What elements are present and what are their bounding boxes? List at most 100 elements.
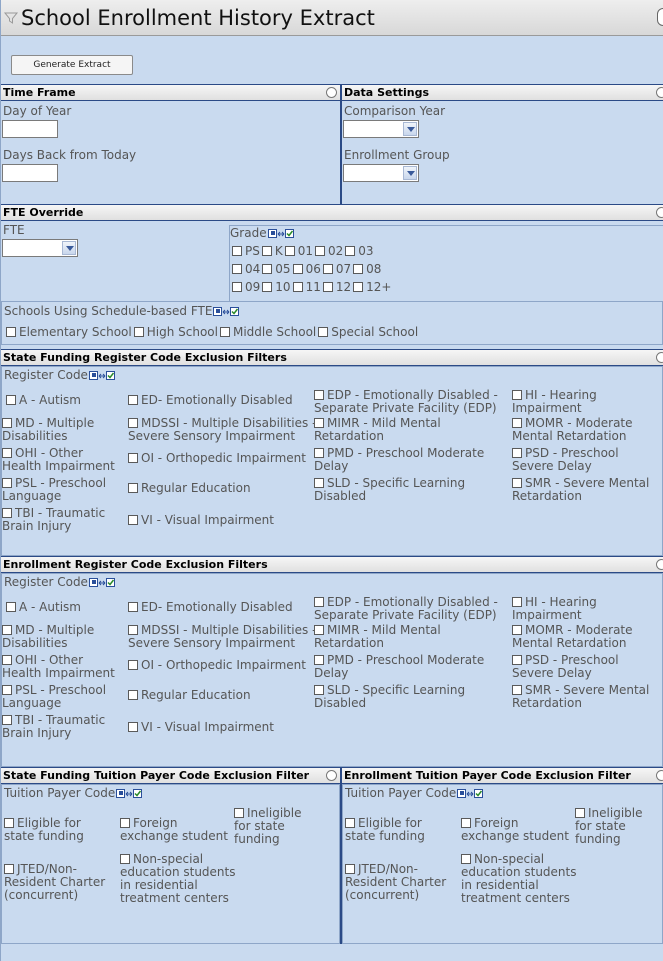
- checkbox[interactable]: [128, 722, 138, 732]
- register-code-checkbox[interactable]: A - Autism: [6, 600, 126, 614]
- collapse-icon[interactable]: [326, 87, 337, 98]
- register-code-checkbox[interactable]: EDP - Emotionally Disabled - Separate Pr…: [314, 389, 528, 415]
- register-code-checkbox[interactable]: MDSSI - Multiple Disabilities - Severe S…: [128, 624, 318, 650]
- checkbox[interactable]: [2, 655, 12, 665]
- register-code-checkbox[interactable]: PSD - Preschool Severe Delay: [512, 654, 662, 680]
- checkbox[interactable]: [512, 478, 522, 488]
- register-code-checkbox[interactable]: PMD - Preschool Moderate Delay: [314, 654, 504, 680]
- chevron-down-icon[interactable]: [403, 166, 417, 180]
- tuition-code-checkbox[interactable]: Non-special education students in reside…: [120, 853, 238, 905]
- checkbox[interactable]: [2, 685, 12, 695]
- register-code-checkbox[interactable]: PSD - Preschool Severe Delay: [512, 447, 662, 473]
- checkbox[interactable]: [120, 818, 130, 828]
- register-code-checkbox[interactable]: OHI - Other Health Impairment: [2, 447, 126, 473]
- grade-checkbox[interactable]: 09: [232, 280, 260, 294]
- checkbox[interactable]: [314, 418, 324, 428]
- register-code-checkbox[interactable]: MDSSI - Multiple Disabilities - Severe S…: [128, 417, 318, 443]
- checkbox[interactable]: [512, 685, 522, 695]
- register-code-checkbox[interactable]: MD - Multiple Disabilities: [2, 624, 126, 650]
- state-funding-register-header[interactable]: State Funding Register Code Exclusion Fi…: [1, 349, 663, 366]
- register-code-checkbox[interactable]: ED- Emotionally Disabled: [128, 393, 328, 407]
- checkbox[interactable]: [128, 602, 138, 612]
- register-code-checkbox[interactable]: SMR - Severe Mental Retardation: [512, 477, 662, 503]
- checkbox[interactable]: [2, 508, 12, 518]
- schedule-option-checkbox[interactable]: Middle School: [219, 325, 316, 339]
- register-code-checkbox[interactable]: ED- Emotionally Disabled: [128, 600, 328, 614]
- select-all-icon[interactable]: [213, 306, 240, 318]
- checkbox[interactable]: [292, 264, 303, 274]
- register-code-checkbox[interactable]: TBI - Traumatic Brain Injury: [2, 507, 126, 533]
- checkbox[interactable]: [284, 246, 295, 256]
- time-frame-header[interactable]: Time Frame: [1, 84, 340, 101]
- checkbox[interactable]: [262, 282, 273, 292]
- checkbox[interactable]: [322, 282, 333, 292]
- checkbox[interactable]: [6, 395, 16, 405]
- select-all-icon[interactable]: [88, 577, 115, 589]
- register-code-checkbox[interactable]: VI - Visual Impairment: [128, 513, 318, 527]
- checkbox[interactable]: [128, 395, 138, 405]
- grade-checkbox[interactable]: 12+: [353, 280, 391, 294]
- grade-checkbox[interactable]: 02: [315, 244, 343, 258]
- generate-extract-button[interactable]: Generate Extract: [11, 55, 133, 75]
- enrollment-group-select[interactable]: [343, 164, 419, 182]
- checkbox[interactable]: [314, 478, 324, 488]
- tuition-code-checkbox[interactable]: Non-special education students in reside…: [461, 853, 579, 905]
- checkbox[interactable]: [4, 818, 14, 828]
- checkbox[interactable]: [512, 625, 522, 635]
- checkbox[interactable]: [234, 808, 244, 818]
- checkbox[interactable]: [314, 597, 324, 607]
- tuition-code-checkbox[interactable]: Foreign exchange student: [461, 817, 571, 843]
- checkbox[interactable]: [461, 854, 471, 864]
- enrollment-tuition-header[interactable]: Enrollment Tuition Payer Code Exclusion …: [342, 767, 663, 784]
- comparison-year-select[interactable]: [343, 120, 419, 138]
- register-code-checkbox[interactable]: HI - Hearing Impairment: [512, 596, 662, 622]
- checkbox[interactable]: [128, 660, 138, 670]
- grade-checkbox[interactable]: 07: [322, 262, 351, 276]
- register-code-checkbox[interactable]: HI - Hearing Impairment: [512, 389, 662, 415]
- select-all-icon[interactable]: [267, 228, 294, 240]
- register-code-checkbox[interactable]: MOMR - Moderate Mental Retardation: [512, 417, 662, 443]
- tuition-code-checkbox[interactable]: Foreign exchange student: [120, 817, 230, 843]
- collapse-icon[interactable]: [656, 559, 663, 570]
- register-code-checkbox[interactable]: TBI - Traumatic Brain Injury: [2, 714, 126, 740]
- chevron-down-icon[interactable]: [403, 122, 417, 136]
- checkbox[interactable]: [314, 448, 324, 458]
- grade-checkbox[interactable]: K: [261, 244, 283, 258]
- checkbox[interactable]: [512, 597, 522, 607]
- schedule-option-checkbox[interactable]: High School: [133, 325, 218, 339]
- grade-checkbox[interactable]: 03: [345, 244, 374, 258]
- checkbox[interactable]: [128, 515, 138, 525]
- checkbox[interactable]: [314, 390, 324, 400]
- checkbox[interactable]: [353, 282, 364, 292]
- checkbox[interactable]: [292, 282, 303, 292]
- checkbox[interactable]: [232, 282, 242, 292]
- checkbox[interactable]: [345, 864, 355, 874]
- tuition-code-checkbox[interactable]: Eligible for state funding: [4, 817, 114, 843]
- register-code-checkbox[interactable]: PSL - Preschool Language: [2, 477, 126, 503]
- checkbox[interactable]: [512, 448, 522, 458]
- register-code-checkbox[interactable]: MIMR - Mild Mental Retardation: [314, 624, 504, 650]
- grade-checkbox[interactable]: 04: [232, 262, 260, 276]
- register-code-checkbox[interactable]: SMR - Severe Mental Retardation: [512, 684, 662, 710]
- checkbox[interactable]: [314, 625, 324, 635]
- register-code-checkbox[interactable]: Regular Education: [128, 481, 318, 495]
- checkbox[interactable]: [2, 715, 12, 725]
- grade-checkbox[interactable]: 01: [284, 244, 313, 258]
- checkbox[interactable]: [353, 264, 364, 274]
- checkbox[interactable]: [4, 864, 14, 874]
- register-code-checkbox[interactable]: Regular Education: [128, 688, 318, 702]
- grade-checkbox[interactable]: 05: [262, 262, 291, 276]
- register-code-checkbox[interactable]: A - Autism: [6, 393, 126, 407]
- register-code-checkbox[interactable]: SLD - Specific Learning Disabled: [314, 684, 504, 710]
- fte-override-header[interactable]: FTE Override: [1, 204, 663, 221]
- checkbox[interactable]: [345, 246, 356, 256]
- tuition-code-checkbox[interactable]: JTED/Non-Resident Charter (concurrent): [4, 863, 114, 902]
- schedule-option-checkbox[interactable]: Special School: [318, 325, 418, 339]
- register-code-checkbox[interactable]: OHI - Other Health Impairment: [2, 654, 126, 680]
- register-code-checkbox[interactable]: VI - Visual Impairment: [128, 720, 318, 734]
- checkbox[interactable]: [2, 625, 12, 635]
- collapse-icon[interactable]: [656, 207, 663, 218]
- collapse-icon[interactable]: [656, 87, 663, 98]
- checkbox[interactable]: [261, 246, 272, 256]
- schedule-option-checkbox[interactable]: Elementary School: [6, 325, 132, 339]
